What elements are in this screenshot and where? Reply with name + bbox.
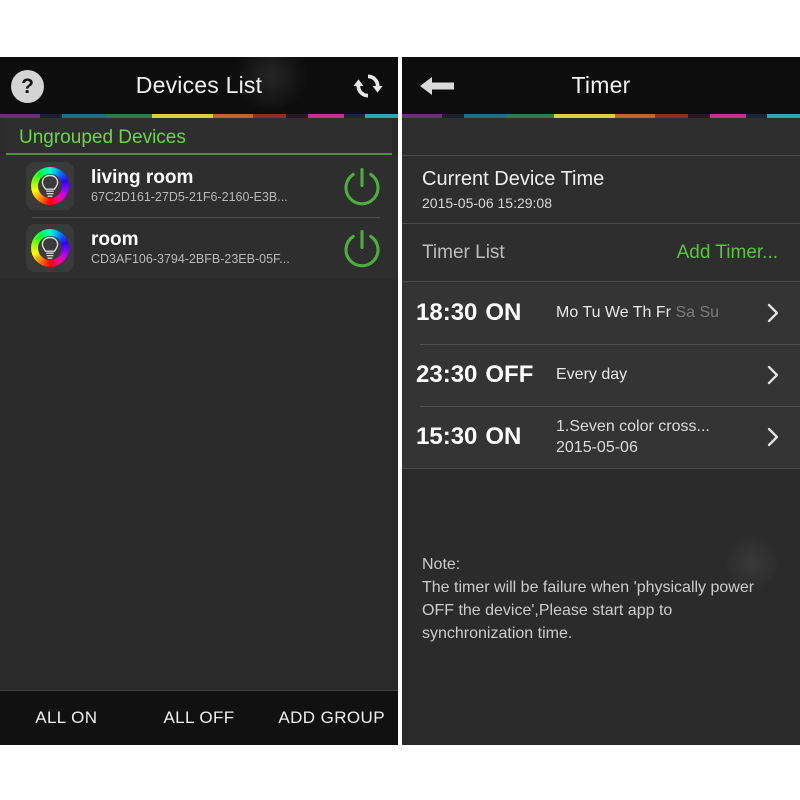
top-spacer-band <box>402 118 800 156</box>
timer-days-active: Every day <box>556 366 628 383</box>
timer-rows: 18:30 ON Mo Tu We Th Fr Sa Su 23:30 OFF Ev… <box>402 282 800 468</box>
note-line-4: synchronization time. <box>422 625 573 642</box>
device-name: living room <box>91 166 194 188</box>
timer-time: 18:30 ON <box>416 299 546 327</box>
chevron-right-icon[interactable] <box>766 302 780 324</box>
bulb-glyph-icon <box>41 174 59 197</box>
timer-row[interactable]: 23:30 OFF Every day <box>402 344 800 406</box>
power-toggle-icon[interactable] <box>340 226 384 270</box>
timer-row[interactable]: 18:30 ON Mo Tu We Th Fr Sa Su <box>402 282 800 344</box>
device-list: living room 67C2D161-27D5-21F6-2160-E3B.… <box>0 155 398 279</box>
note-line-2: The timer will be failure when 'physical… <box>422 579 755 596</box>
power-toggle-icon[interactable] <box>340 164 384 208</box>
timer-time: 15:30 ON <box>416 423 546 451</box>
timer-days: Every day <box>556 365 766 385</box>
device-text: room CD3AF106-3794-2BFB-23EB-05F... <box>74 229 340 268</box>
rainbow-segment <box>709 114 746 118</box>
rainbow-segment <box>365 114 398 118</box>
rgb-bulb-icon <box>26 224 74 272</box>
rainbow-divider-right <box>402 114 800 118</box>
bottom-action-bar: ALL ON ALL OFF ADD GROUP <box>0 690 398 745</box>
timer-time-value: 18:30 <box>416 299 478 326</box>
timer-detail: Every day <box>546 365 766 385</box>
timer-time: 23:30 OFF <box>416 361 546 389</box>
chevron-right-icon[interactable] <box>766 364 780 386</box>
timer-date: 2015-05-06 <box>556 439 638 456</box>
rainbow-segment <box>615 114 656 118</box>
rainbow-segment <box>343 114 366 118</box>
rainbow-segment <box>745 114 768 118</box>
timer-titlebar: Timer <box>402 57 800 114</box>
page-title: Devices List <box>135 72 263 98</box>
devices-list-panel: ? Devices List Ungrouped Devices living … <box>0 57 398 745</box>
timer-action: ON <box>485 299 522 326</box>
rainbow-segment <box>285 114 308 118</box>
note-block: Note: The timer will be failure when 'ph… <box>402 549 800 645</box>
timer-list-label: Timer List <box>422 241 505 263</box>
timer-time-value: 15:30 <box>416 423 478 450</box>
timer-days-active: Mo Tu We Th Fr <box>556 304 671 321</box>
note-line-3: OFF the device',Please start app to <box>422 602 673 619</box>
timer-action: ON <box>485 423 522 450</box>
timer-action: OFF <box>485 361 534 388</box>
timer-list-header: Timer List Add Timer... <box>402 224 800 282</box>
rgb-bulb-icon <box>26 162 74 210</box>
rainbow-segment <box>463 114 507 118</box>
timer-empty-space <box>402 468 800 549</box>
timer-panel: Timer Current Device Time 2015-05-06 15:… <box>402 57 800 745</box>
page-title: Timer <box>571 72 631 98</box>
rainbow-segment <box>655 114 688 118</box>
bulb-glyph-icon <box>41 236 59 259</box>
rainbow-segment <box>253 114 286 118</box>
current-device-time-label: Current Device Time <box>422 168 605 190</box>
rainbow-segment <box>402 114 442 118</box>
timer-row[interactable]: 15:30 ON 1.Seven color cross... 2015-05-0… <box>402 406 800 468</box>
device-id: 67C2D161-27D5-21F6-2160-E3B... <box>91 189 288 204</box>
devices-list-titlebar: ? Devices List <box>0 57 398 114</box>
rainbow-segment <box>213 114 254 118</box>
device-text: living room 67C2D161-27D5-21F6-2160-E3B.… <box>74 167 340 206</box>
device-row[interactable]: living room 67C2D161-27D5-21F6-2160-E3B.… <box>0 155 398 217</box>
add-group-button[interactable]: ADD GROUP <box>265 708 398 728</box>
rainbow-segment <box>441 114 464 118</box>
all-on-button[interactable]: ALL ON <box>0 708 133 728</box>
chevron-right-icon[interactable] <box>766 426 780 448</box>
timer-mode: 1.Seven color cross... <box>556 418 710 435</box>
rainbow-segment <box>767 114 800 118</box>
add-timer-button[interactable]: Add Timer... <box>677 242 778 264</box>
current-device-time-block: Current Device Time 2015-05-06 15:29:08 <box>402 156 800 224</box>
timer-days: Mo Tu We Th Fr Sa Su <box>556 303 766 323</box>
timer-days-inactive: Sa Su <box>675 304 720 321</box>
group-header-ungrouped: Ungrouped Devices <box>6 118 392 155</box>
rainbow-segment <box>307 114 344 118</box>
current-device-time-value: 2015-05-06 15:29:08 <box>422 195 552 211</box>
rainbow-segment <box>553 114 616 118</box>
timer-time-value: 23:30 <box>416 361 478 388</box>
timer-detail: 1.Seven color cross... 2015-05-06 <box>546 416 766 458</box>
device-name: room <box>91 228 139 250</box>
rainbow-segment <box>687 114 710 118</box>
device-id: CD3AF106-3794-2BFB-23EB-05F... <box>91 251 290 266</box>
note-line-1: Note: <box>422 556 461 573</box>
app-screenshot: ? Devices List Ungrouped Devices living … <box>0 0 800 800</box>
all-off-button[interactable]: ALL OFF <box>133 708 266 728</box>
rainbow-segment <box>506 114 554 118</box>
timer-detail: Mo Tu We Th Fr Sa Su <box>546 303 766 323</box>
device-row[interactable]: room CD3AF106-3794-2BFB-23EB-05F... <box>0 217 398 279</box>
refresh-icon[interactable] <box>352 70 384 102</box>
